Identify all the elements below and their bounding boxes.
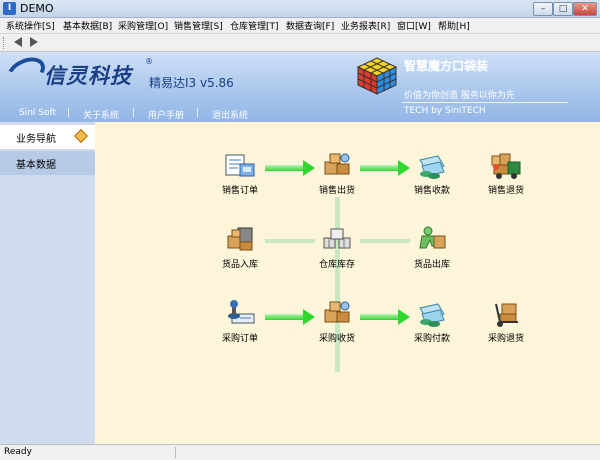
menu-purchase[interactable]: 采购管理[O] <box>118 19 168 32</box>
link-separator: | <box>67 108 71 118</box>
sidebar-item-business-nav[interactable]: 业务导航 <box>0 125 95 149</box>
forward-arrow-icon[interactable] <box>28 35 40 52</box>
node-purchase-order[interactable]: 采购订单 <box>210 300 270 348</box>
sidebar-item-label: 基本数据 <box>16 160 56 171</box>
rubiks-cube-icon <box>356 57 398 95</box>
warehouse-stock-icon <box>323 228 351 249</box>
link-about[interactable]: 关于系统 <box>83 108 119 121</box>
menu-bar: 系统操作[S] 基本数据[B] 采购管理[O] 销售管理[S] 仓库管理[T] … <box>0 18 600 34</box>
header-banner: 信灵科技 ® 精易达I3 v5.86 智慧魔方口袋装 价值为你创造 服务以你为先… <box>0 51 600 122</box>
node-label: 货品入库 <box>221 260 258 270</box>
app-icon: I <box>3 2 16 15</box>
minimize-button[interactable]: – <box>533 2 553 16</box>
sidebar-item-basic-data[interactable]: 基本数据 <box>0 151 95 175</box>
node-purchase-receive[interactable]: 采购收货 <box>307 300 367 348</box>
node-label: 采购退货 <box>487 334 524 344</box>
menu-sales[interactable]: 销售管理[S] <box>174 19 223 32</box>
node-label: 销售退货 <box>487 186 524 196</box>
worker-carrying-icon <box>419 226 446 249</box>
link-exit[interactable]: 退出系统 <box>212 108 248 121</box>
money-payment-icon <box>419 303 445 327</box>
boxes-inbound-icon <box>324 301 350 323</box>
product-version: 精易达I3 v5.86 <box>149 76 234 90</box>
link-separator: | <box>132 108 136 118</box>
slogan-subtitle: TECH by SiniTECH <box>404 106 486 116</box>
menu-help[interactable]: 帮助[H] <box>438 19 470 32</box>
menu-query[interactable]: 数据查询[F] <box>286 19 334 32</box>
link-user-manual[interactable]: 用户手册 <box>148 108 184 121</box>
business-flow-panel: 销售订单 销售出货 销售收款 销售退货 货品入库 仓库库存 货品出库 采购订单 … <box>95 122 600 444</box>
company-logo: 信灵科技 <box>44 63 132 88</box>
node-label: 销售收款 <box>413 186 450 196</box>
toolbar-grip[interactable] <box>3 37 6 49</box>
node-label: 仓库库存 <box>318 260 355 270</box>
sales-order-icon <box>225 154 255 177</box>
logo-swoosh-icon <box>2 51 50 93</box>
link-separator: | <box>196 108 200 118</box>
sidebar: 业务导航 基本数据 <box>0 122 95 444</box>
toolbar <box>0 34 600 52</box>
registered-mark: ® <box>145 57 153 66</box>
menu-window[interactable]: 窗口[W] <box>397 19 431 32</box>
node-label: 采购订单 <box>221 334 258 344</box>
node-label: 采购付款 <box>413 334 450 344</box>
sidebar-item-label: 业务导航 <box>16 134 56 145</box>
node-label: 销售订单 <box>221 186 258 196</box>
menu-reports[interactable]: 业务报表[R] <box>341 19 390 32</box>
money-receipt-icon <box>419 155 445 179</box>
status-bar: Ready <box>0 444 600 460</box>
delivery-truck-icon <box>491 153 521 179</box>
node-sales-receipt[interactable]: 销售收款 <box>402 152 462 200</box>
node-purchase-return[interactable]: 采购退货 <box>476 300 536 348</box>
boxes-outbound-icon <box>324 153 350 175</box>
node-purchase-pay[interactable]: 采购付款 <box>402 300 462 348</box>
menu-warehouse[interactable]: 仓库管理[T] <box>230 19 279 32</box>
node-goods-in[interactable]: 货品入库 <box>210 226 270 274</box>
title-bar: I DEMO – □ ✕ <box>0 0 600 18</box>
window-title: DEMO <box>20 2 54 15</box>
node-sales-order[interactable]: 销售订单 <box>210 152 270 200</box>
diamond-icon <box>73 128 89 144</box>
back-arrow-icon[interactable] <box>12 35 24 52</box>
node-label: 销售出货 <box>318 186 355 196</box>
node-label: 采购收货 <box>318 334 355 344</box>
node-label: 货品出库 <box>413 260 450 270</box>
node-sales-return[interactable]: 销售退货 <box>476 152 536 200</box>
status-text: Ready <box>4 447 32 457</box>
close-button[interactable]: ✕ <box>573 2 597 16</box>
stamp-order-icon <box>228 300 255 324</box>
maximize-button[interactable]: □ <box>553 2 573 16</box>
slogan-divider <box>402 102 568 103</box>
node-stock[interactable]: 仓库库存 <box>307 226 367 274</box>
menu-system[interactable]: 系统操作[S] <box>6 19 55 32</box>
inbound-boxes-icon <box>227 227 253 251</box>
hand-truck-icon <box>495 303 518 327</box>
banner-links: Sinl Soft | 关于系统 | 用户手册 | 退出系统 <box>0 108 300 122</box>
menu-basic-data[interactable]: 基本数据[B] <box>63 19 112 32</box>
status-divider <box>175 447 176 458</box>
node-goods-out[interactable]: 货品出库 <box>402 226 462 274</box>
link-sinl-soft[interactable]: Sinl Soft <box>19 108 56 118</box>
node-sales-out[interactable]: 销售出货 <box>307 152 367 200</box>
slogan-line: 价值为你创造 服务以你为先 <box>404 91 515 101</box>
slogan-title: 智慧魔方口袋装 <box>404 59 489 73</box>
